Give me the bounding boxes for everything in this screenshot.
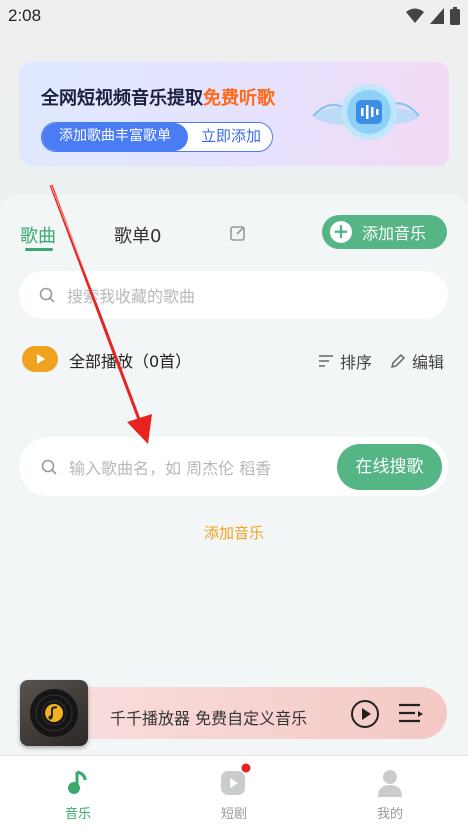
add-music-button[interactable]: + 添加音乐 <box>322 215 447 249</box>
playlist-icon[interactable] <box>398 701 424 727</box>
status-icons <box>406 7 460 25</box>
tab-active-indicator <box>25 248 53 251</box>
play-icon <box>221 771 245 795</box>
bottom-nav: 音乐 短剧 我的 <box>0 755 468 833</box>
pencil-icon <box>390 353 406 369</box>
nav-music-label: 音乐 <box>64 807 91 822</box>
nav-drama-label: 短剧 <box>220 807 247 822</box>
add-music-link[interactable]: 添加音乐 <box>0 522 468 543</box>
online-search-placeholder: 输入歌曲名，如 周杰伦 稻香 <box>69 458 272 478</box>
favorite-search-input[interactable]: 搜索我收藏的歌曲 <box>19 271 448 319</box>
play-icon <box>37 354 45 364</box>
online-search-input[interactable]: 输入歌曲名，如 周杰伦 稻香 在线搜歌 <box>19 437 448 496</box>
status-bar: 2:08 <box>0 0 468 34</box>
add-music-label: 添加音乐 <box>362 224 427 243</box>
banner-pill-left: 添加歌曲丰富歌单 <box>42 123 188 151</box>
edit-label: 编辑 <box>412 353 445 372</box>
audio-wave-icon <box>312 84 420 140</box>
nav-mine[interactable]: 我的 <box>330 756 450 833</box>
plus-icon: + <box>330 221 352 243</box>
play-all-button[interactable] <box>22 346 58 372</box>
player-title: 千千播放器 免费自定义音乐 <box>110 709 308 728</box>
vinyl-disc-icon <box>30 689 78 737</box>
search-icon <box>39 287 55 303</box>
sort-icon <box>319 355 333 367</box>
battery-icon <box>450 7 460 25</box>
music-note-icon <box>68 770 87 794</box>
signal-icon <box>430 8 444 24</box>
banner-title-main: 全网短视频音乐提取 <box>41 88 203 109</box>
notification-dot-icon <box>241 763 251 773</box>
album-cover[interactable] <box>20 680 88 746</box>
sort-button[interactable]: 排序 <box>318 349 372 373</box>
search-placeholder: 搜索我收藏的歌曲 <box>67 287 196 306</box>
play-all-label[interactable]: 全部播放（0首） <box>69 348 191 372</box>
nav-drama[interactable]: 短剧 <box>174 756 294 833</box>
nav-mine-label: 我的 <box>376 807 403 822</box>
status-time: 2:08 <box>8 6 42 25</box>
banner-add-pill[interactable]: 添加歌曲丰富歌单 立即添加 <box>41 122 273 152</box>
banner-title-highlight: 免费听歌 <box>203 88 275 109</box>
banner-title: 全网短视频音乐提取免费听歌 <box>41 84 275 110</box>
wifi-icon <box>406 8 424 23</box>
play-circle-icon[interactable] <box>350 699 380 729</box>
edit-playlist-icon[interactable] <box>229 224 247 242</box>
promo-banner[interactable]: 全网短视频音乐提取免费听歌 添加歌曲丰富歌单 立即添加 <box>19 62 449 166</box>
online-search-button[interactable]: 在线搜歌 <box>337 444 442 490</box>
sort-label: 排序 <box>340 353 373 372</box>
search-icon <box>41 459 57 475</box>
profile-icon <box>378 770 402 797</box>
tab-playlists[interactable]: 歌单0 <box>114 222 161 248</box>
nav-music[interactable]: 音乐 <box>18 756 138 833</box>
tab-songs[interactable]: 歌曲 <box>20 222 56 248</box>
add-now-button[interactable]: 立即添加 <box>188 123 272 151</box>
edit-button[interactable]: 编辑 <box>390 349 444 373</box>
